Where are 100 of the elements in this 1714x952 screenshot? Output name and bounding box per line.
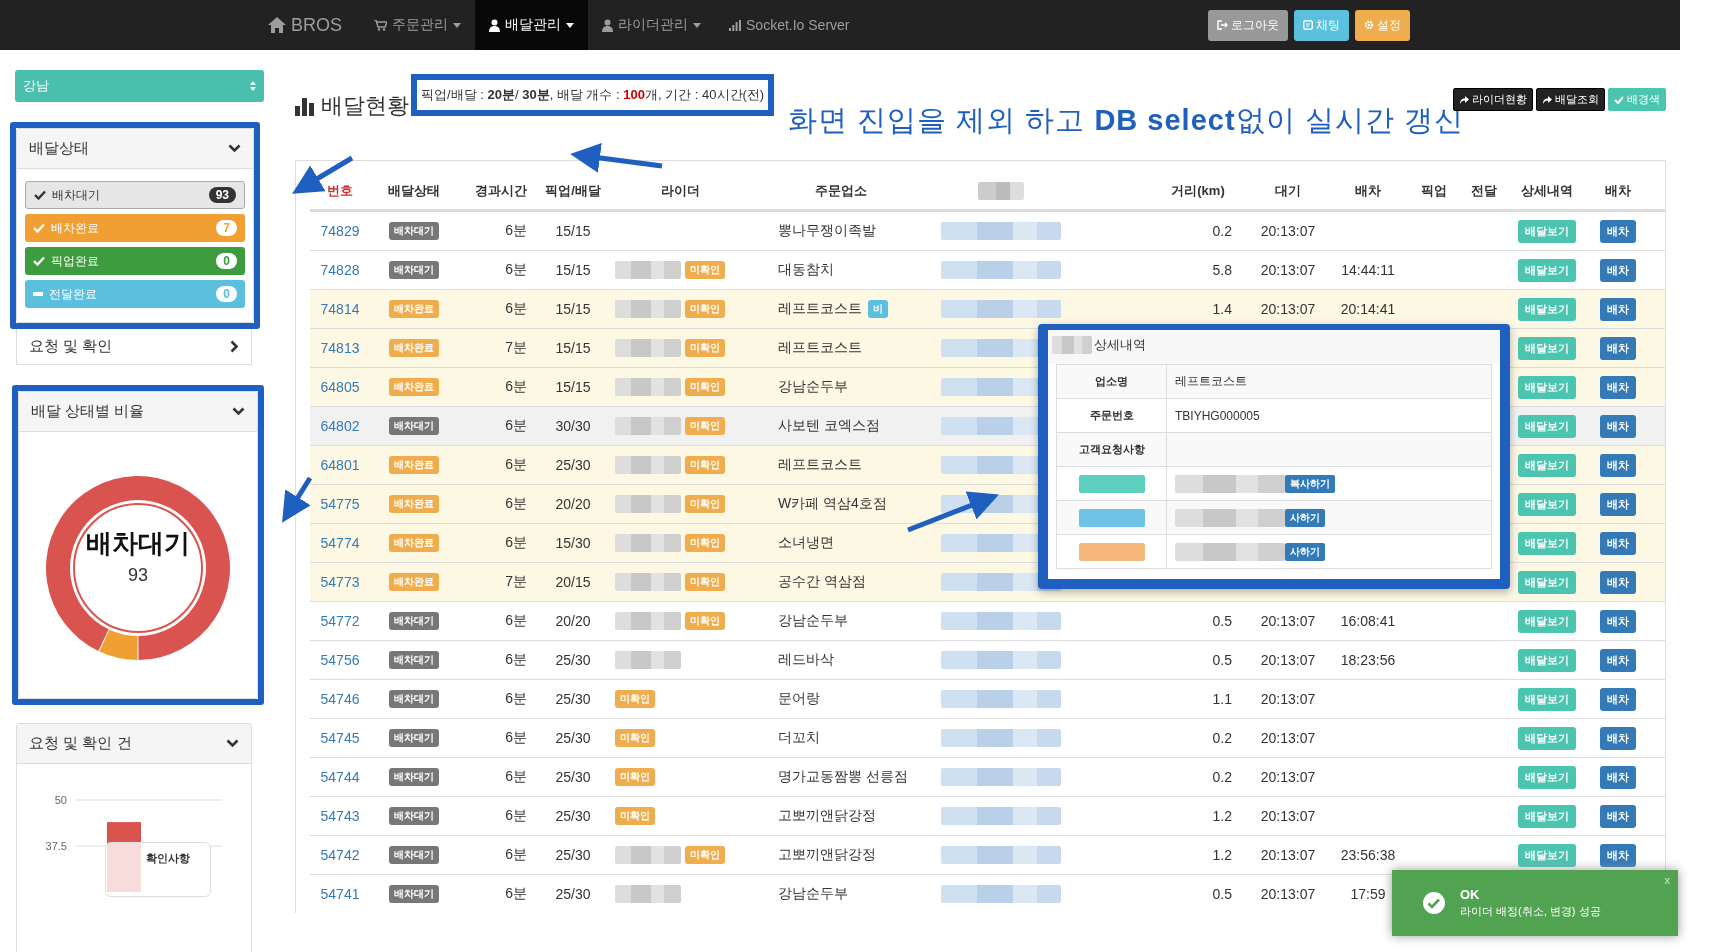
table-cell: 고뽀끼앤닭강정: [778, 846, 876, 864]
table-cell-text: 25/30: [554, 690, 592, 709]
table-cell-text: 6분: [504, 845, 528, 864]
unconfirmed-label: 미확인: [685, 612, 725, 630]
table-cell-text: 6분: [504, 416, 528, 435]
table-cell: 사보텐 코엑스점: [778, 417, 880, 435]
status-label: 배차완료: [389, 495, 439, 513]
unconfirmed-label: 미확인: [685, 378, 725, 396]
table-cell: 0.5: [1212, 613, 1232, 629]
table-cell-text: 25/30: [554, 768, 592, 787]
table-cell: 명가교동짬뽕 선릉점: [778, 768, 908, 786]
unconfirmed-label: 미확인: [685, 339, 725, 357]
status-label: 배차대기: [389, 846, 439, 864]
table-cell: 고뽀끼앤닭강정: [778, 807, 876, 825]
table-cell-text: 15/15: [554, 300, 592, 319]
table-cell: 1.2: [1212, 847, 1232, 863]
table-cell-text: 6분: [504, 884, 528, 903]
table-cell: 20:13:07: [1260, 769, 1316, 785]
table-cell: 20:13:07: [1260, 886, 1316, 902]
unconfirmed-label: 미확인: [685, 495, 725, 513]
table-cell-text: 7분: [504, 338, 528, 357]
status-label: 배차대기: [389, 768, 439, 786]
status-label: 배차완료: [389, 534, 439, 552]
table-cell: 0.5: [1212, 652, 1232, 668]
table-cell-text: 6분: [504, 533, 528, 552]
status-label: 배차대기: [389, 222, 439, 240]
status-label: 배차완료: [389, 378, 439, 396]
table-cell-text: 6분: [504, 455, 528, 474]
table-cell-text: 7분: [504, 572, 528, 591]
table-cell: 20:13:07: [1260, 301, 1316, 317]
table-cell: 고객요청사항: [1057, 433, 1167, 466]
table-cell-text: 6분: [504, 728, 528, 747]
table-cell-text: 6분: [504, 806, 528, 825]
donut-center-label: 배차대기: [85, 527, 191, 560]
table-cell-text: 25/30: [554, 729, 592, 748]
popover-title: 상세내역: [1094, 336, 1146, 354]
status-label: 배차대기: [389, 807, 439, 825]
unconfirmed-label: 미확인: [685, 846, 725, 864]
table-cell: 0.2: [1212, 223, 1232, 239]
table-cell: 20:13:07: [1260, 262, 1316, 278]
table-cell: 20:13:07: [1260, 847, 1316, 863]
unconfirmed-label: 미확인: [685, 573, 725, 591]
chart-tooltip: 확인사항: [105, 842, 211, 897]
table-cell: 20:13:07: [1260, 730, 1316, 746]
unconfirmed-label: 미확인: [685, 300, 725, 318]
table-cell-text: 6분: [504, 221, 528, 240]
status-label: 배차대기: [389, 729, 439, 747]
status-label: 배차완료: [389, 573, 439, 591]
count-badge: 0: [216, 253, 237, 269]
table-cell: 0.2: [1212, 769, 1232, 785]
status-label: 배차대기: [389, 261, 439, 279]
unconfirmed-label: 미확인: [615, 768, 655, 786]
unconfirmed-label: 미확인: [685, 417, 725, 435]
table-cell-text: 6분: [504, 494, 528, 513]
status-label: 배차대기: [389, 612, 439, 630]
table-cell-text: 6분: [504, 377, 528, 396]
table-cell: 1.1: [1212, 691, 1232, 707]
table-cell: 강남순두부: [778, 885, 848, 903]
page-title: 배달현황: [295, 91, 409, 121]
table-cell-text: 6분: [504, 611, 528, 630]
count-badge: 93: [208, 187, 236, 203]
table-cell: 문어랑: [778, 690, 820, 708]
table-cell-text: 6분: [504, 767, 528, 786]
table-cell: 14:44:11: [1341, 262, 1395, 278]
table-cell: 공수간 역삼점: [778, 573, 866, 591]
table-cell: 20:13:07: [1260, 691, 1316, 707]
table-cell-text: 6분: [504, 650, 528, 669]
table-cell: 0.2: [1212, 730, 1232, 746]
table-cell: 더꼬치: [778, 729, 820, 747]
table-cell: 뽕나무쟁이족발: [778, 222, 876, 240]
status-label: 배차대기: [389, 690, 439, 708]
table-cell-text: 25/30: [554, 456, 592, 475]
table-cell: 레프트코스트: [778, 300, 862, 318]
table-cell: 업소명: [1057, 365, 1167, 398]
status-label: 배차완료: [389, 300, 439, 318]
table-cell-text: 15/15: [554, 222, 592, 241]
table-cell: 레프트코스트: [778, 339, 862, 357]
summary-text: 픽업/배달 : 20분/ 30분, 배달 개수 : 100개, 기간 : 40시간(전): [411, 74, 775, 116]
axis-tick-label: 50: [54, 794, 67, 806]
table-cell: 레프트코스트: [778, 456, 862, 474]
table-cell: 강남순두부: [778, 612, 848, 630]
unconfirmed-label: 미확인: [615, 690, 655, 708]
status-label: 배차완료: [389, 339, 439, 357]
count-badge: 0: [216, 286, 237, 302]
table-cell-text: 25/30: [554, 846, 592, 865]
toast-title: OK: [1460, 887, 1481, 902]
table-cell-text: 6분: [504, 689, 528, 708]
status-label: 배차대기: [389, 885, 439, 903]
table-cell: 20:14:41: [1340, 301, 1396, 317]
unconfirmed-label: 미확인: [615, 729, 655, 747]
table-cell-text: 6분: [504, 260, 528, 279]
table-cell-text: 25/30: [554, 807, 592, 826]
table-cell: 20:13:07: [1260, 613, 1316, 629]
donut-center-value: 93: [127, 565, 149, 586]
table-cell: 대동참치: [778, 261, 834, 279]
status-label: 배차완료: [389, 456, 439, 474]
table-cell-text: 15/30: [554, 534, 592, 553]
table-cell: W카페 역삼4호점: [778, 495, 887, 513]
table-cell-text: 15/15: [554, 378, 592, 397]
table-cell: 23:56:38: [1340, 847, 1396, 863]
